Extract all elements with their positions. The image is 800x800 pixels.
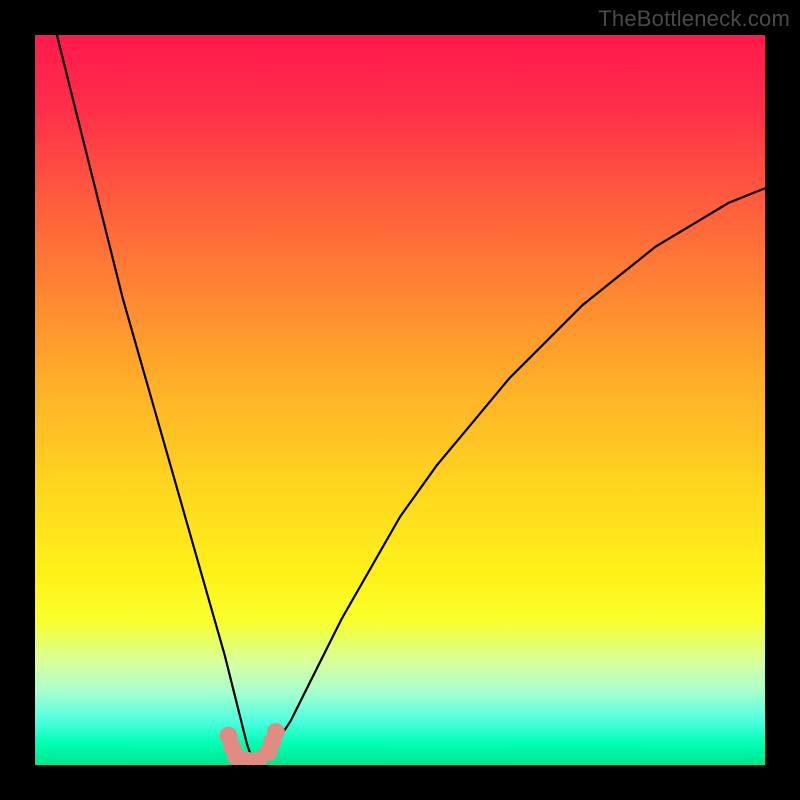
- watermark-text: TheBottleneck.com: [598, 6, 790, 32]
- bottleneck-curve: [35, 35, 765, 765]
- chart-frame: TheBottleneck.com: [0, 0, 800, 800]
- curve-marker: [267, 723, 285, 741]
- plot-area: [35, 35, 765, 765]
